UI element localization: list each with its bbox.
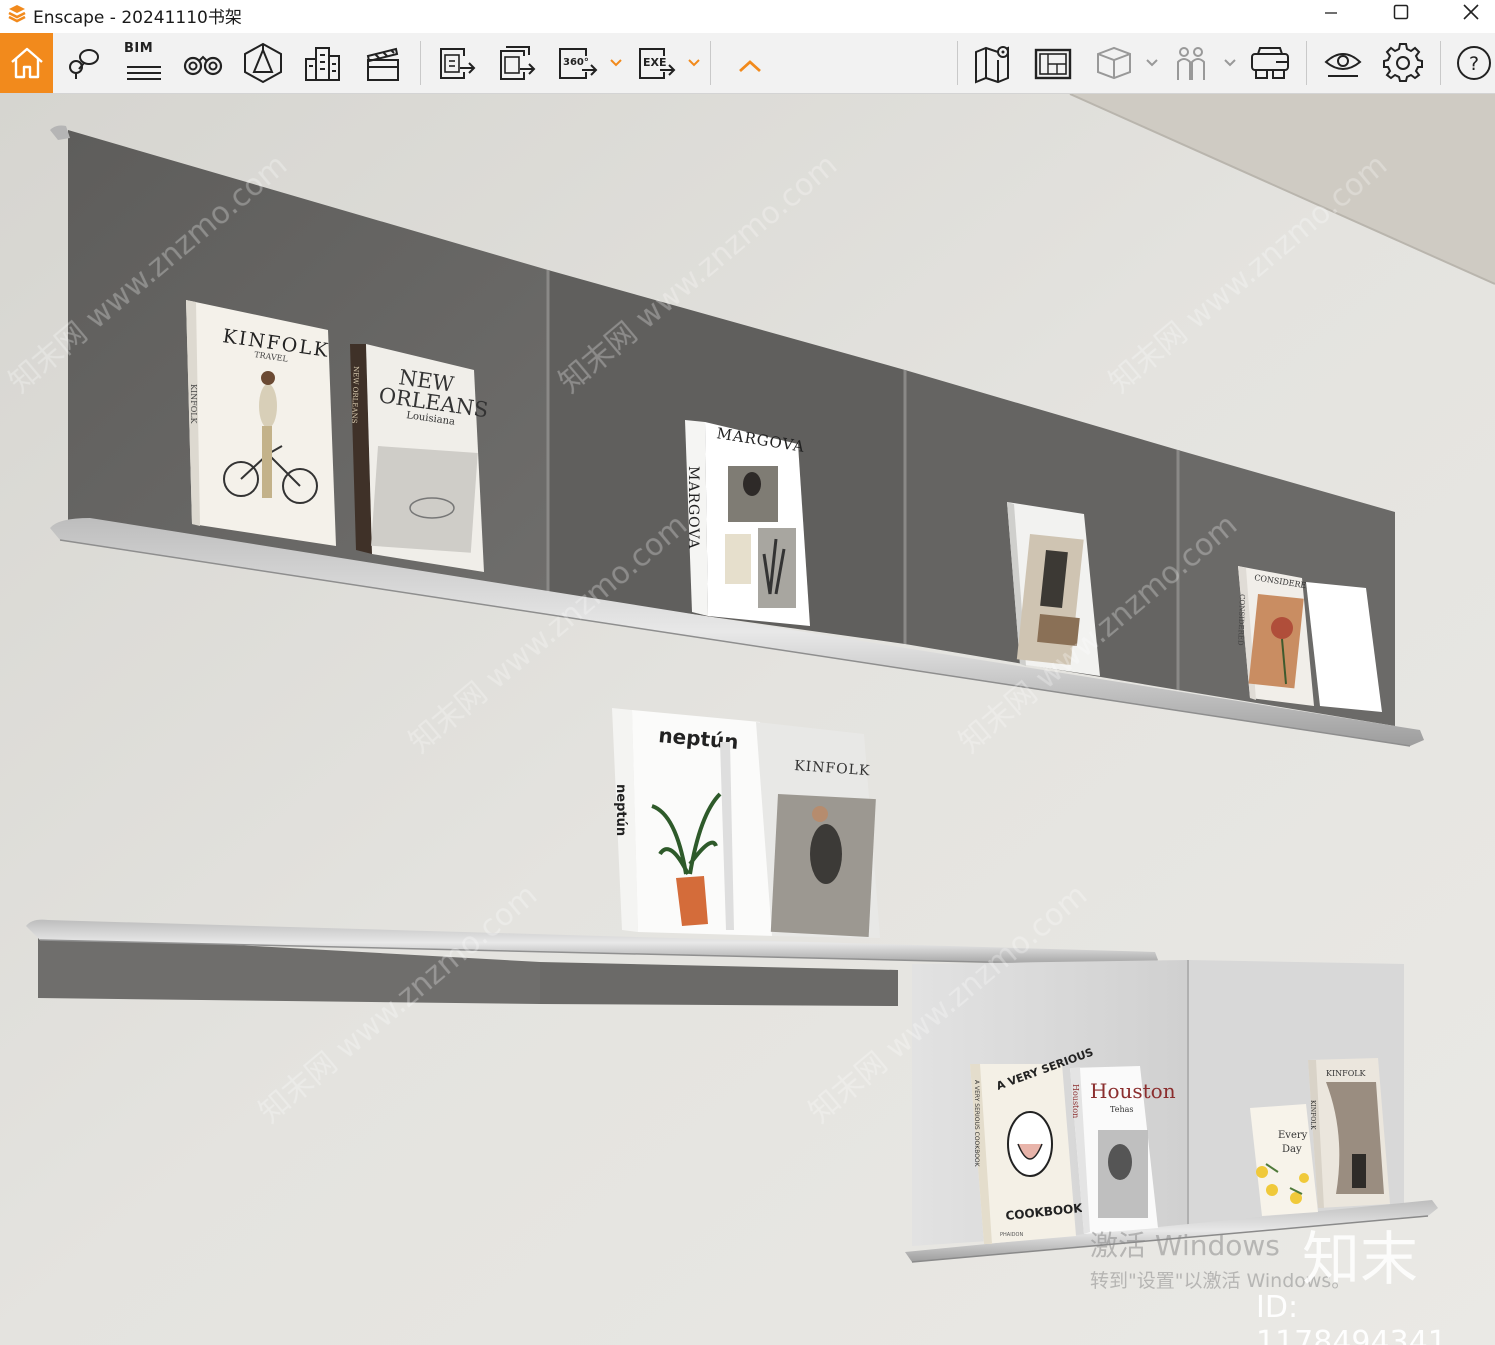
floor-plan-icon xyxy=(1034,48,1072,80)
toolbar-separator xyxy=(957,41,958,85)
svg-text:EXE: EXE xyxy=(643,56,667,69)
close-button[interactable] xyxy=(1448,0,1494,24)
box-icon xyxy=(1097,46,1131,80)
windows-activation-title: 激活 Windows xyxy=(1090,1229,1280,1262)
people-dropdown[interactable] xyxy=(1223,53,1237,73)
book-every-day: Every Day xyxy=(1250,1104,1318,1216)
enscape-logo-icon xyxy=(8,5,26,23)
toolbar-separator xyxy=(1440,41,1441,85)
help-icon: ? xyxy=(1457,46,1491,80)
svg-text:neptún: neptún xyxy=(613,784,628,836)
svg-text:Tehas: Tehas xyxy=(1110,1105,1133,1114)
close-icon xyxy=(1463,4,1479,20)
maximize-icon xyxy=(1393,4,1409,20)
export-360-icon: 360° xyxy=(559,48,598,79)
map-pins-icon xyxy=(69,49,99,79)
svg-text:KINFOLK: KINFOLK xyxy=(1326,1069,1367,1078)
book-new-orleans: NEW ORLEANS Louisiana NEW ORLEANS xyxy=(350,344,490,572)
window-title: Enscape - 20241110书架 xyxy=(33,8,242,28)
maximize-button[interactable] xyxy=(1378,0,1424,24)
visual-settings-button[interactable] xyxy=(1320,33,1366,93)
buildings-button[interactable] xyxy=(300,33,346,93)
asset-box-button[interactable] xyxy=(1090,33,1136,93)
book-kinfolk-2: KINFOLK xyxy=(756,722,880,938)
export-360-dropdown[interactable] xyxy=(609,53,623,73)
vr-headset-icon xyxy=(1251,47,1289,79)
toolbar-separator xyxy=(710,41,711,85)
minimize-icon xyxy=(1325,12,1337,14)
svg-text:360°: 360° xyxy=(563,57,589,68)
svg-text:PHAIDON: PHAIDON xyxy=(1000,1232,1023,1238)
export-image-button[interactable] xyxy=(434,33,480,93)
video-editor-button[interactable] xyxy=(360,33,406,93)
render-viewport[interactable]: KINFOLK TRAVEL KINFOLK NEW ORLEANS Louis… xyxy=(0,94,1495,1345)
clapperboard-icon xyxy=(366,47,399,81)
svg-text:KINFOLK: KINFOLK xyxy=(189,384,198,425)
svg-text:KINFOLK: KINFOLK xyxy=(1309,1100,1316,1130)
svg-text:Houston: Houston xyxy=(1090,1079,1176,1103)
export-exe-icon: EXE xyxy=(639,48,676,79)
settings-button[interactable] xyxy=(1380,33,1426,93)
eye-icon xyxy=(1324,53,1362,77)
svg-text:Day: Day xyxy=(1282,1144,1302,1155)
main-toolbar: BIM 360° EXE ? xyxy=(0,33,1495,94)
floor-plan-button[interactable] xyxy=(1030,33,1076,93)
vr-button[interactable] xyxy=(1246,33,1294,93)
buildings-icon xyxy=(305,47,340,81)
people-icon xyxy=(1177,47,1205,80)
batch-export-icon xyxy=(500,46,536,80)
binoculars-button[interactable] xyxy=(180,33,226,93)
image-id-label: ID: 1178494341 xyxy=(1256,1290,1447,1345)
export-exe-dropdown[interactable] xyxy=(687,53,701,73)
light-cone-button[interactable] xyxy=(240,33,286,93)
batch-export-button[interactable] xyxy=(494,33,540,93)
chevron-up-icon xyxy=(739,60,761,73)
toolbar-separator xyxy=(420,41,421,85)
chevron-down-icon xyxy=(688,59,700,67)
svg-text:Every: Every xyxy=(1278,1130,1308,1141)
gear-icon xyxy=(1383,43,1423,82)
home-icon xyxy=(10,47,43,79)
minimize-button[interactable] xyxy=(1308,0,1354,24)
book-kinfolk-3: KINFOLK KINFOLK xyxy=(1308,1058,1390,1208)
svg-text:?: ? xyxy=(1469,53,1479,75)
book-margova: MARGOVA MARGOVA xyxy=(685,420,810,626)
chevron-down-icon xyxy=(610,59,622,67)
toolbar-separator xyxy=(1306,41,1307,85)
views-button[interactable] xyxy=(60,33,106,93)
book-neptun: neptún neptún xyxy=(612,708,776,936)
svg-text:A VERY SERIOUS COOKBOOK: A VERY SERIOUS COOKBOOK xyxy=(973,1080,980,1168)
help-button[interactable]: ? xyxy=(1452,33,1495,93)
collapse-toolbar-button[interactable] xyxy=(732,33,768,93)
asset-dropdown[interactable] xyxy=(1145,53,1159,73)
chevron-down-icon xyxy=(1224,59,1236,67)
export-exe-button[interactable]: EXE xyxy=(632,33,680,93)
light-cone-icon xyxy=(244,42,282,84)
binoculars-icon xyxy=(183,55,223,76)
export-360-button[interactable]: 360° xyxy=(554,33,602,93)
scene-render: KINFOLK TRAVEL KINFOLK NEW ORLEANS Louis… xyxy=(0,94,1495,1345)
export-image-icon xyxy=(440,48,476,79)
bim-label: BIM xyxy=(124,41,154,56)
chevron-down-icon xyxy=(1146,59,1158,67)
home-button[interactable] xyxy=(0,33,53,93)
people-button[interactable] xyxy=(1168,33,1214,93)
svg-text:Houston: Houston xyxy=(1071,1084,1080,1118)
book-kinfolk-travel: KINFOLK TRAVEL KINFOLK xyxy=(186,300,336,546)
map-button[interactable] xyxy=(970,33,1016,93)
title-bar: Enscape - 20241110书架 xyxy=(0,0,1495,33)
map-pin-icon xyxy=(975,46,1009,84)
brand-watermark: 知末 xyxy=(1302,1225,1419,1293)
